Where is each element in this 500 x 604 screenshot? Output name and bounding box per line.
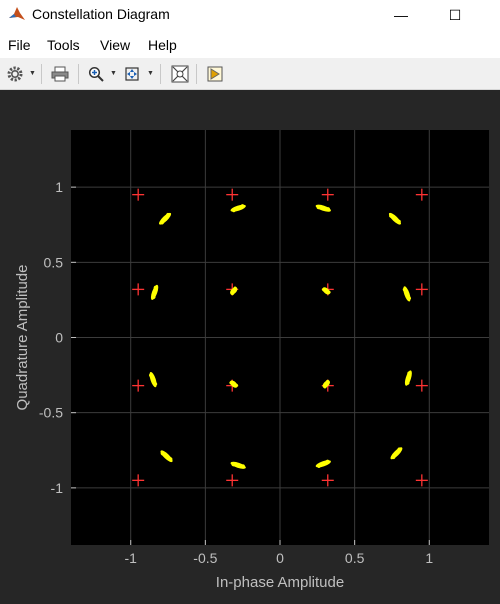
x-tick-label: -0.5 — [193, 550, 217, 566]
y-tick-label: 0.5 — [44, 254, 64, 270]
zoom-extents-dropdown-arrow-icon[interactable]: ▼ — [147, 70, 154, 77]
y-tick-label: 0 — [55, 330, 63, 346]
menu-bar: File Tools View Help — [0, 30, 500, 58]
x-tick-label: -1 — [124, 550, 137, 566]
maximize-icon: ☐ — [448, 6, 462, 23]
gear-icon — [7, 66, 23, 82]
plot-area: -1 -0.5 0 0.5 1 1 0.5 0 -0.5 -1 In-phase Amplitud… — [0, 90, 500, 599]
menu-view[interactable]: View — [100, 37, 130, 53]
print-icon — [51, 66, 69, 82]
toolbar-separator — [41, 64, 42, 84]
title-bar: Constellation Diagram — ☐ — [0, 0, 500, 30]
zoom-extents-button[interactable] — [122, 64, 142, 84]
x-tick-label: 0.5 — [345, 550, 365, 566]
zoom-in-icon — [88, 66, 104, 82]
y-axis-label: Quadrature Amplitude — [14, 265, 31, 411]
zoom-dropdown-arrow-icon[interactable]: ▼ — [110, 70, 117, 77]
zoom-extents-icon — [125, 67, 139, 81]
toolbar-separator — [196, 64, 197, 84]
menu-help[interactable]: Help — [148, 37, 177, 53]
minimize-icon: — — [394, 7, 408, 23]
y-tick-label: 1 — [55, 179, 63, 195]
measurements-button[interactable] — [205, 64, 225, 84]
settings-button[interactable] — [5, 64, 25, 84]
x-tick-label: 0 — [276, 550, 284, 566]
y-tick-label: -1 — [51, 480, 64, 496]
y-tick-label: -0.5 — [39, 405, 63, 421]
menu-tools[interactable]: Tools — [47, 37, 80, 53]
minimize-button[interactable]: — — [378, 0, 424, 30]
toolbar-separator — [78, 64, 79, 84]
menu-file[interactable]: File — [8, 37, 31, 53]
toolbar-separator — [160, 64, 161, 84]
toolbar: ▼ ▼ ▼ — [0, 58, 500, 90]
settings-dropdown-arrow-icon[interactable]: ▼ — [29, 70, 36, 77]
autoscale-button[interactable] — [170, 64, 190, 84]
maximize-button[interactable]: ☐ — [432, 0, 478, 30]
window-title: Constellation Diagram — [32, 6, 170, 22]
measurements-icon — [207, 66, 223, 82]
x-axis-label: In-phase Amplitude — [216, 574, 344, 591]
zoom-in-button[interactable] — [86, 64, 106, 84]
matlab-logo-icon — [8, 5, 26, 23]
x-tick-label: 1 — [425, 550, 433, 566]
constellation-plot[interactable]: -1 -0.5 0 0.5 1 1 0.5 0 -0.5 -1 In-phase Amplitud… — [0, 90, 500, 599]
print-button[interactable] — [50, 64, 70, 84]
autoscale-icon — [171, 65, 189, 83]
